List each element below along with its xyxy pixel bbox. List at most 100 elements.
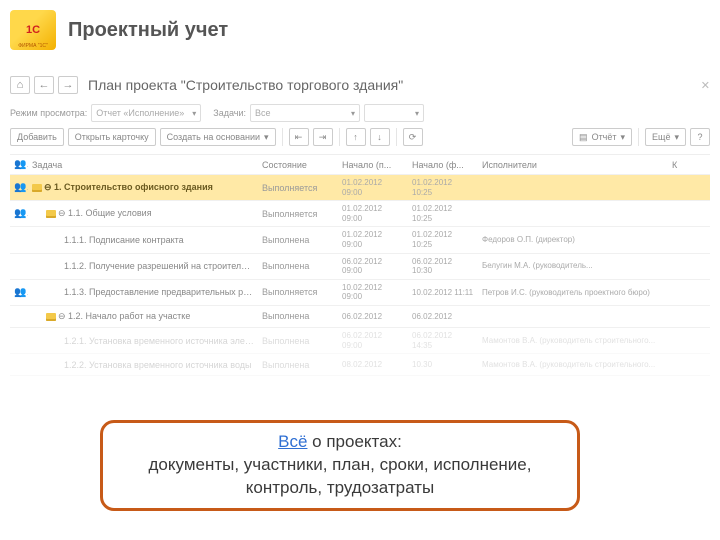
folder-icon — [32, 184, 42, 192]
close-icon[interactable]: ✕ — [701, 79, 710, 92]
table-row[interactable]: 👥⊖ 1.1. Общие условияВыполняется01.02.20… — [10, 201, 710, 227]
grid-header-row: 👥 Задача Состояние Начало (п... Начало (… — [10, 155, 710, 175]
state-cell: Выполняется — [258, 284, 338, 300]
nav-bar: ⌂ ← → План проекта "Строительство торгов… — [10, 76, 710, 94]
col-task[interactable]: Задача — [28, 157, 258, 173]
move-up-button[interactable]: ↑ — [346, 128, 366, 146]
state-cell: Выполнена — [258, 357, 338, 373]
start-plan-cell: 01.02.2012 09:00 — [338, 201, 408, 226]
table-row[interactable]: 1.2.2. Установка временного источника во… — [10, 354, 710, 376]
document-title: План проекта "Строительство торгового зд… — [88, 77, 403, 93]
mode-select[interactable]: Отчет «Исполнение» ▾ — [91, 104, 201, 122]
refresh-button[interactable]: ⟳ — [403, 128, 423, 146]
filter-bar: Режим просмотра: Отчет «Исполнение» ▾ За… — [10, 104, 710, 122]
start-fact-cell: 01.02.2012 10:25 — [408, 201, 478, 226]
more-button[interactable]: Ещё ▾ — [645, 128, 686, 146]
start-fact-cell: 06.02.2012 — [408, 309, 478, 325]
home-button[interactable]: ⌂ — [10, 76, 30, 94]
task-cell: 1.2.2. Установка временного источника во… — [28, 357, 258, 373]
callout-box: Всё о проектах: документы, участники, пл… — [100, 420, 580, 511]
back-button[interactable]: ← — [34, 76, 54, 94]
state-cell: Выполнена — [258, 308, 338, 324]
report-button[interactable]: ▤ Отчёт ▾ — [572, 128, 632, 146]
table-row[interactable]: 1.2.1. Установка временного источника эл… — [10, 328, 710, 354]
start-plan-cell: 10.02.2012 09:00 — [338, 280, 408, 305]
task-cell: 1.1.1. Подписание контракта — [28, 232, 258, 248]
start-fact-cell: 10.30 — [408, 357, 478, 373]
start-plan-cell: 06.02.2012 09:00 — [338, 254, 408, 279]
exec-cell: Петров И.С. (руководитель проектного бюр… — [478, 285, 668, 301]
exec-cell — [478, 313, 668, 319]
move-down-button[interactable]: ↓ — [370, 128, 390, 146]
open-card-button[interactable]: Открыть карточку — [68, 128, 156, 146]
page-title: Проектный учет — [68, 19, 228, 42]
forward-button[interactable]: → — [58, 76, 78, 94]
tasks-select[interactable]: Все ▾ — [250, 104, 360, 122]
table-row[interactable]: ⊖ 1.2. Начало работ на участкеВыполнена0… — [10, 306, 710, 328]
col-executors[interactable]: Исполнители — [478, 157, 668, 173]
indent-left-button[interactable]: ⇤ — [289, 128, 309, 146]
state-cell: Выполнена — [258, 258, 338, 274]
add-button[interactable]: Добавить — [10, 128, 64, 146]
start-fact-cell: 10.02.2012 11:11 — [408, 285, 478, 301]
people-icon: 👥 — [14, 208, 28, 219]
task-cell: 1.1.3. Предоставление предварительных ра… — [28, 284, 258, 300]
state-cell: Выполнена — [258, 333, 338, 349]
start-plan-cell: 08.02.2012 — [338, 357, 408, 373]
task-cell: ⊖ 1. Строительство офисного здания — [28, 179, 258, 196]
extra-select[interactable]: ▾ — [364, 104, 424, 122]
start-plan-cell: 01.02.2012 09:00 — [338, 227, 408, 252]
exec-cell — [478, 211, 668, 217]
exec-cell: Мамонтов В.А. (руководитель строительног… — [478, 357, 668, 373]
mode-label: Режим просмотра: — [10, 108, 87, 118]
chevron-down-icon: ▾ — [415, 109, 419, 118]
exec-cell: Мамонтов В.А. (руководитель строительног… — [478, 333, 668, 349]
start-fact-cell: 06.02.2012 10:30 — [408, 254, 478, 279]
task-cell: 1.1.2. Получение разрешений на строитель… — [28, 258, 258, 274]
logo-text: 1C — [26, 24, 40, 36]
table-row[interactable]: 1.1.1. Подписание контрактаВыполнена01.0… — [10, 227, 710, 253]
folder-icon — [46, 210, 56, 218]
help-button[interactable]: ? — [690, 128, 710, 146]
task-cell: 1.2.1. Установка временного источника эл… — [28, 333, 258, 349]
state-cell: Выполняется — [258, 206, 338, 222]
state-cell: Выполняется — [258, 180, 338, 196]
tasks-label: Задачи: — [213, 108, 246, 118]
folder-icon — [46, 313, 56, 321]
col-start-plan[interactable]: Начало (п... — [338, 157, 408, 173]
logo-subtext: ФИРМА "1С" — [18, 43, 48, 49]
indent-right-button[interactable]: ⇥ — [313, 128, 333, 146]
start-plan-cell: 06.02.2012 — [338, 309, 408, 325]
create-based-button[interactable]: Создать на основании▾ — [160, 128, 276, 146]
callout-highlight: Всё — [278, 432, 307, 451]
mode-value: Отчет «Исполнение» — [96, 108, 184, 118]
start-fact-cell: 01.02.2012 10:25 — [408, 227, 478, 252]
exec-cell: Федоров О.П. (директор) — [478, 232, 668, 248]
chevron-down-icon: ▾ — [192, 109, 196, 118]
callout-line2: документы, участники, план, сроки, испол… — [113, 454, 567, 500]
table-row[interactable]: 1.1.2. Получение разрешений на строитель… — [10, 254, 710, 280]
start-fact-cell: 06.02.2012 14:35 — [408, 328, 478, 353]
col-k[interactable]: К — [668, 157, 690, 173]
col-state[interactable]: Состояние — [258, 157, 338, 173]
chevron-down-icon: ▾ — [351, 109, 355, 118]
start-fact-cell: 01.02.2012 10:25 — [408, 175, 478, 200]
people-icon: 👥 — [14, 159, 28, 170]
task-grid: 👥 Задача Состояние Начало (п... Начало (… — [10, 154, 710, 376]
people-icon: 👥 — [14, 182, 28, 193]
table-row[interactable]: 👥⊖ 1. Строительство офисного зданияВыпол… — [10, 175, 710, 201]
exec-cell — [478, 185, 668, 191]
exec-cell: Белугин М.А. (руководитель... — [478, 258, 668, 274]
start-plan-cell: 01.02.2012 09:00 — [338, 175, 408, 200]
slide-header: 1C ФИРМА "1С" Проектный учет — [10, 6, 710, 62]
toolbar: Добавить Открыть карточку Создать на осн… — [10, 128, 710, 146]
state-cell: Выполнена — [258, 232, 338, 248]
people-icon: 👥 — [14, 287, 28, 298]
table-row[interactable]: 👥1.1.3. Предоставление предварительных р… — [10, 280, 710, 306]
tasks-value: Все — [255, 108, 271, 118]
col-start-fact[interactable]: Начало (ф... — [408, 157, 478, 173]
task-cell: ⊖ 1.1. Общие условия — [28, 205, 258, 222]
logo-1c: 1C ФИРМА "1С" — [10, 10, 56, 50]
start-plan-cell: 06.02.2012 09:00 — [338, 328, 408, 353]
task-cell: ⊖ 1.2. Начало работ на участке — [28, 308, 258, 325]
